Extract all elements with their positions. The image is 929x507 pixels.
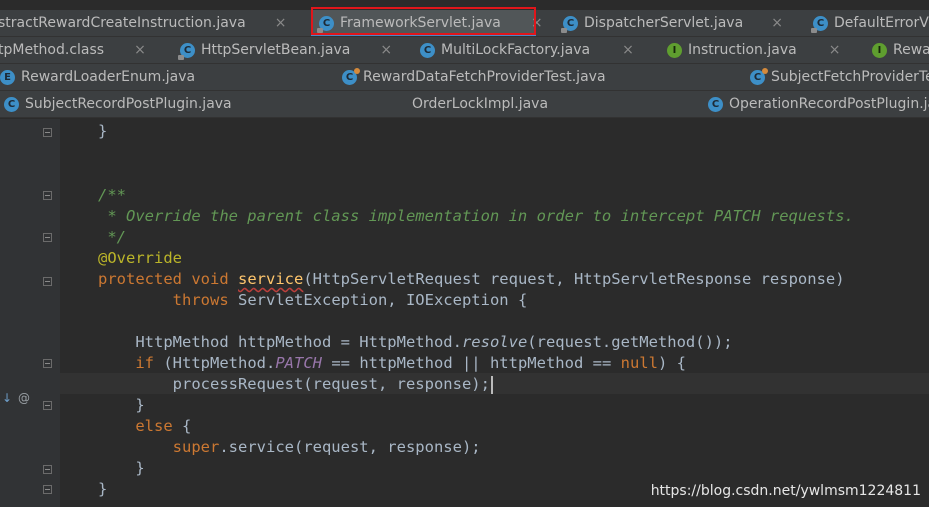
tab-label: MultiLockFactory.java: [441, 42, 591, 58]
tab-http-servlet-bean[interactable]: C HttpServletBean.java ×: [178, 37, 395, 63]
tab-label: tpMethod.class: [0, 42, 105, 58]
code-line: }: [98, 480, 108, 498]
tab-subject-record-post-plugin[interactable]: C SubjectRecordPostPlugin.java: [4, 91, 304, 117]
tab-subject-fetch-provider-test[interactable]: C SubjectFetchProviderTe: [750, 64, 929, 90]
tab-multi-lock-factory[interactable]: C MultiLockFactory.java ×: [420, 37, 645, 63]
tab-abstract-reward-create-instruction[interactable]: stractRewardCreateInstruction.java ×: [0, 10, 286, 36]
fold-marker-icon[interactable]: [43, 277, 52, 286]
editor-tab-row-2: tpMethod.class × C HttpServletBean.java …: [0, 37, 929, 64]
java-test-class-icon: C: [750, 67, 768, 85]
java-class-icon: C: [420, 42, 435, 58]
overrides-method-icon[interactable]: ↓: [2, 391, 12, 405]
tab-label: DefaultErrorVi: [834, 15, 929, 31]
code-line-current: processRequest(request, response);: [98, 374, 493, 395]
tab-label: DispatcherServlet.java: [584, 15, 744, 31]
tab-reward[interactable]: I Rewa: [872, 37, 929, 63]
tab-label: RewardLoaderEnum.java: [21, 69, 196, 85]
tab-http-method-class[interactable]: tpMethod.class ×: [0, 37, 168, 63]
code-line: if (HttpMethod.PATCH == httpMethod || ht…: [135, 354, 686, 372]
java-test-class-icon: C: [342, 67, 360, 85]
fold-marker-icon[interactable]: [43, 359, 52, 368]
close-icon[interactable]: ×: [622, 42, 634, 58]
tab-label: HttpServletBean.java: [201, 42, 351, 58]
javadoc-comment: * Override the parent class implementati…: [98, 207, 854, 225]
editor-tab-row-3: E RewardLoaderEnum.java C RewardDataFetc…: [0, 64, 929, 91]
close-icon[interactable]: ×: [275, 15, 287, 31]
fold-marker-icon[interactable]: [43, 465, 52, 474]
tab-reward-loader-enum[interactable]: E RewardLoaderEnum.java: [0, 64, 300, 90]
java-interface-icon: I: [667, 42, 682, 58]
tab-default-error-view[interactable]: C DefaultErrorVi: [811, 10, 929, 36]
text-caret: [490, 375, 493, 394]
tab-label: SubjectFetchProviderTe: [771, 69, 929, 85]
method-signature: protected void service(HttpServletReques…: [98, 270, 845, 288]
watermark: https://blog.csdn.net/ywlmsm1224811: [650, 483, 921, 499]
javadoc-comment: */: [98, 228, 126, 246]
java-class-icon: C: [4, 96, 19, 112]
tab-operation-record-post-plugin[interactable]: C OperationRecordPostPlugin.java: [708, 91, 929, 117]
tab-dispatcher-servlet[interactable]: C DispatcherServlet.java ×: [561, 10, 783, 36]
fold-marker-icon[interactable]: [43, 485, 52, 494]
tab-label: stractRewardCreateInstruction.java: [0, 15, 246, 31]
tab-label: OrderLockImpl.java: [412, 96, 549, 112]
tab-label: RewardDataFetchProviderTest.java: [363, 69, 606, 85]
fold-marker-icon[interactable]: [43, 401, 52, 410]
code-line: throws ServletException, IOException {: [172, 291, 528, 309]
tab-instruction[interactable]: I Instruction.java ×: [667, 37, 847, 63]
code-editor[interactable]: } /** * Override the parent class implem…: [60, 119, 929, 507]
code-line: HttpMethod httpMethod = HttpMethod.resol…: [135, 333, 733, 351]
fold-marker-icon[interactable]: [43, 233, 52, 242]
code-line: else {: [135, 417, 192, 435]
close-icon[interactable]: ×: [134, 42, 146, 58]
javadoc-comment: /**: [98, 186, 126, 204]
java-class-icon: C: [178, 42, 195, 60]
tab-label: Instruction.java: [688, 42, 797, 58]
method-name-service[interactable]: service: [238, 270, 303, 288]
java-class-icon: C: [708, 96, 723, 112]
java-enum-icon: E: [0, 69, 15, 85]
tab-order-lock-impl[interactable]: OrderLockImpl.java: [412, 91, 612, 117]
code-line: }: [98, 122, 108, 140]
java-interface-icon: I: [872, 42, 887, 58]
java-class-icon: C: [561, 15, 578, 33]
editor-gutter: ↓ @: [0, 119, 60, 507]
close-icon[interactable]: ×: [771, 15, 783, 31]
fold-marker-icon[interactable]: [43, 191, 52, 200]
annotation-marker-icon: @: [18, 391, 30, 405]
close-icon[interactable]: ×: [380, 42, 392, 58]
tab-reward-data-fetch-provider-test[interactable]: C RewardDataFetchProviderTest.java: [342, 64, 722, 90]
editor-tab-row-4: C SubjectRecordPostPlugin.java OrderLock…: [0, 91, 929, 118]
java-class-icon: C: [811, 15, 828, 33]
close-icon[interactable]: ×: [829, 42, 841, 58]
active-tab-highlight-box: [311, 7, 536, 35]
code-line: @Override: [98, 248, 182, 269]
code-line: }: [135, 396, 145, 414]
code-line: super.service(request, response);: [172, 438, 481, 456]
fold-marker-icon[interactable]: [43, 128, 52, 137]
tab-label: OperationRecordPostPlugin.java: [729, 96, 929, 112]
tab-label: Rewa: [893, 42, 929, 58]
annotation: @Override: [98, 249, 182, 267]
code-line: }: [135, 459, 145, 477]
tab-label: SubjectRecordPostPlugin.java: [25, 96, 232, 112]
